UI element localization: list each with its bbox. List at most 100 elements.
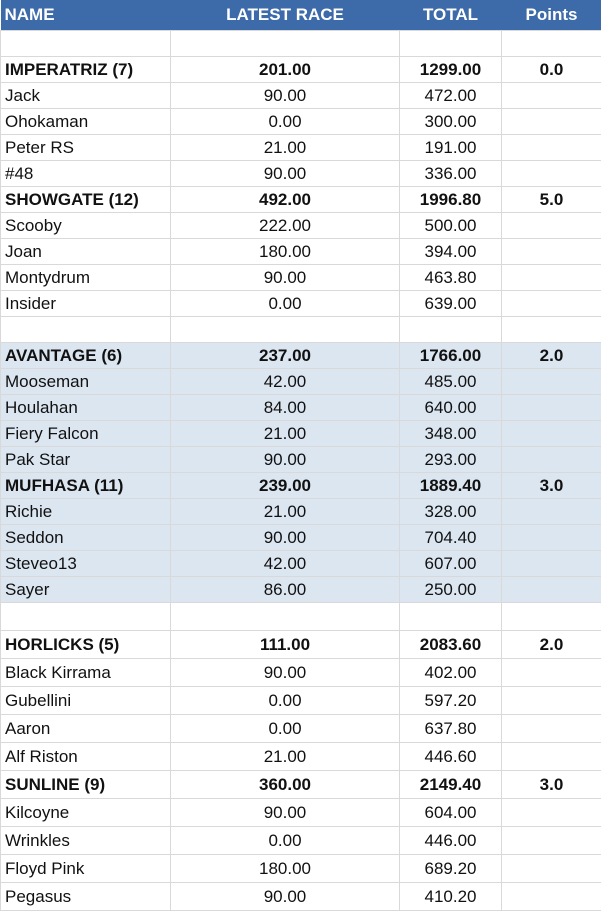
total-cell: 336.00 (400, 161, 502, 187)
total-cell: 689.20 (400, 855, 502, 883)
points-cell (502, 31, 601, 57)
total-cell: 607.00 (400, 551, 502, 577)
table-row: Wrinkles0.00446.00 (1, 827, 601, 855)
latest-race-cell: 0.00 (171, 291, 400, 317)
latest-race-cell: 42.00 (171, 551, 400, 577)
name-cell: Peter RS (1, 135, 171, 161)
points-cell (502, 447, 601, 473)
name-cell (1, 317, 171, 343)
table-row: Sayer86.00250.00 (1, 577, 601, 603)
name-cell: Wrinkles (1, 827, 171, 855)
latest-race-cell: 180.00 (171, 239, 400, 265)
group-row: HORLICKS (5)111.002083.602.0 (1, 631, 601, 659)
points-cell: 3.0 (502, 771, 601, 799)
total-cell: 293.00 (400, 447, 502, 473)
name-cell: SUNLINE (9) (1, 771, 171, 799)
latest-race-cell: 21.00 (171, 499, 400, 525)
latest-race-cell (171, 31, 400, 57)
name-cell: #48 (1, 161, 171, 187)
total-cell: 472.00 (400, 83, 502, 109)
latest-race-cell: 0.00 (171, 715, 400, 743)
name-cell: AVANTAGE (6) (1, 343, 171, 369)
group-row: MUFHASA (11)239.001889.403.0 (1, 473, 601, 499)
spacer-row (1, 317, 601, 343)
total-cell: 485.00 (400, 369, 502, 395)
table-row: #4890.00336.00 (1, 161, 601, 187)
points-cell (502, 855, 601, 883)
header-points: Points (502, 0, 601, 31)
points-cell (502, 499, 601, 525)
table-row: Montydrum90.00463.80 (1, 265, 601, 291)
total-cell: 1996.80 (400, 187, 502, 213)
group-row: SUNLINE (9)360.002149.403.0 (1, 771, 601, 799)
points-cell (502, 83, 601, 109)
total-cell: 394.00 (400, 239, 502, 265)
latest-race-cell: 237.00 (171, 343, 400, 369)
total-cell: 640.00 (400, 395, 502, 421)
latest-race-cell: 86.00 (171, 577, 400, 603)
table-row: Fiery Falcon21.00348.00 (1, 421, 601, 447)
latest-race-cell: 90.00 (171, 161, 400, 187)
points-cell (502, 135, 601, 161)
name-cell: Houlahan (1, 395, 171, 421)
table-row: Pegasus90.00410.20 (1, 883, 601, 911)
total-cell: 410.20 (400, 883, 502, 911)
points-cell (502, 317, 601, 343)
group-row: SHOWGATE (12)492.001996.805.0 (1, 187, 601, 213)
name-cell (1, 603, 171, 631)
latest-race-cell: 90.00 (171, 83, 400, 109)
table-row: Ohokaman0.00300.00 (1, 109, 601, 135)
points-cell (502, 525, 601, 551)
latest-race-cell: 21.00 (171, 135, 400, 161)
total-cell: 328.00 (400, 499, 502, 525)
points-cell (502, 265, 601, 291)
table-row: Steveo1342.00607.00 (1, 551, 601, 577)
points-cell (502, 659, 601, 687)
latest-race-cell: 111.00 (171, 631, 400, 659)
total-cell: 639.00 (400, 291, 502, 317)
table-row: Floyd Pink180.00689.20 (1, 855, 601, 883)
name-cell: MUFHASA (11) (1, 473, 171, 499)
name-cell: Alf Riston (1, 743, 171, 771)
name-cell: Pegasus (1, 883, 171, 911)
name-cell: Floyd Pink (1, 855, 171, 883)
total-cell: 597.20 (400, 687, 502, 715)
latest-race-cell: 239.00 (171, 473, 400, 499)
points-cell (502, 827, 601, 855)
latest-race-cell: 0.00 (171, 687, 400, 715)
name-cell: Montydrum (1, 265, 171, 291)
name-cell: Steveo13 (1, 551, 171, 577)
table-row: Jack90.00472.00 (1, 83, 601, 109)
points-cell (502, 715, 601, 743)
latest-race-cell: 84.00 (171, 395, 400, 421)
name-cell: Seddon (1, 525, 171, 551)
latest-race-cell: 90.00 (171, 265, 400, 291)
points-cell (502, 799, 601, 827)
latest-race-cell: 0.00 (171, 109, 400, 135)
points-cell (502, 369, 601, 395)
name-cell: Aaron (1, 715, 171, 743)
points-cell (502, 743, 601, 771)
table-row: Richie21.00328.00 (1, 499, 601, 525)
results-table: NAME LATEST RACE TOTAL Points IMPERATRIZ… (0, 0, 601, 911)
total-cell: 300.00 (400, 109, 502, 135)
name-cell: SHOWGATE (12) (1, 187, 171, 213)
name-cell: Jack (1, 83, 171, 109)
table-row: Alf Riston21.00446.60 (1, 743, 601, 771)
total-cell: 637.80 (400, 715, 502, 743)
name-cell: Mooseman (1, 369, 171, 395)
points-cell (502, 603, 601, 631)
total-cell: 1766.00 (400, 343, 502, 369)
name-cell: Kilcoyne (1, 799, 171, 827)
table-row: Houlahan84.00640.00 (1, 395, 601, 421)
name-cell: Sayer (1, 577, 171, 603)
table-row: Black Kirrama90.00402.00 (1, 659, 601, 687)
total-cell: 402.00 (400, 659, 502, 687)
table-row: Scooby222.00500.00 (1, 213, 601, 239)
latest-race-cell: 201.00 (171, 57, 400, 83)
table-row: Joan180.00394.00 (1, 239, 601, 265)
total-cell: 1889.40 (400, 473, 502, 499)
latest-race-cell: 42.00 (171, 369, 400, 395)
points-cell (502, 577, 601, 603)
name-cell: Black Kirrama (1, 659, 171, 687)
